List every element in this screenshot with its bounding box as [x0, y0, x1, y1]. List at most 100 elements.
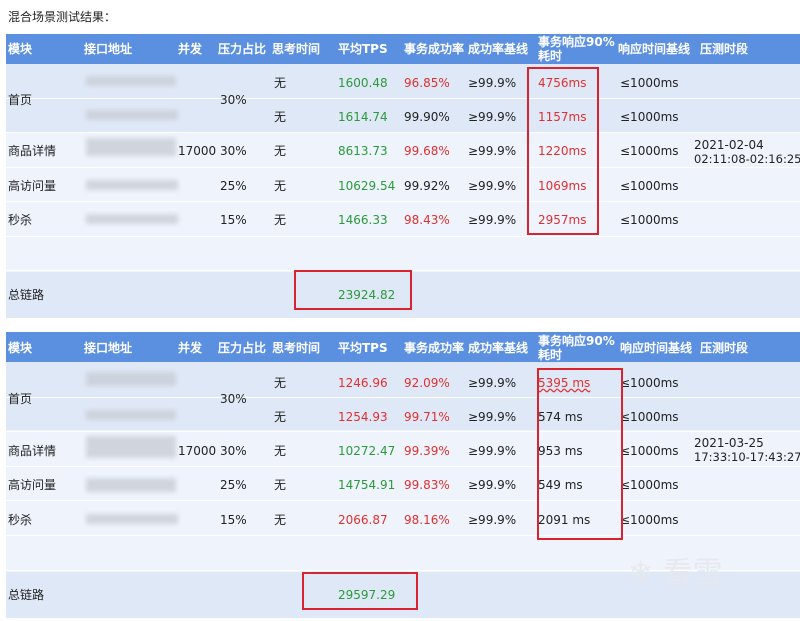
think-time: 无 [274, 410, 287, 424]
api-redacted [86, 436, 176, 458]
success-rate: 99.68% [404, 144, 450, 158]
ratio-detail: 30% [220, 144, 247, 158]
avg-tps: 10272.47 [338, 444, 396, 458]
resp-highlight-box [537, 368, 623, 540]
resp-baseline: ≤1000ms [620, 376, 679, 390]
api-redacted [86, 478, 176, 492]
module-detail: 商品详情 [8, 444, 57, 458]
resp-baseline: ≤1000ms [620, 213, 679, 227]
col-api: 接口地址 [84, 42, 133, 56]
think-time: 无 [274, 376, 287, 390]
success-baseline: ≥99.9% [468, 444, 517, 458]
col-resp-base: 响应时间基线 [620, 341, 693, 355]
api-redacted [86, 514, 178, 524]
watermark-text: 看雪 [662, 556, 723, 591]
module-visit: 高访问量 [8, 478, 57, 492]
api-redacted [86, 76, 176, 86]
success-rate: 99.83% [404, 478, 450, 492]
resp-baseline: ≤1000ms [620, 444, 679, 458]
total-highlight-box [302, 572, 418, 610]
avg-tps: 1466.33 [338, 213, 388, 227]
col-success: 事务成功率 [404, 42, 465, 56]
ratio-flash: 15% [220, 213, 247, 227]
total-label: 总链路 [8, 588, 45, 602]
think-time: 无 [274, 110, 287, 124]
think-time: 无 [274, 478, 287, 492]
col-module: 模块 [8, 341, 33, 355]
col-api: 接口地址 [84, 341, 133, 355]
col-tps: 平均TPS [338, 42, 388, 56]
success-rate: 99.71% [404, 410, 450, 424]
total-label: 总链路 [8, 288, 45, 302]
avg-tps: 1614.74 [338, 110, 388, 124]
resp-baseline: ≤1000ms [620, 110, 679, 124]
module-detail: 商品详情 [8, 144, 57, 158]
resp-baseline: ≤1000ms [620, 76, 679, 90]
resp-baseline: ≤1000ms [620, 410, 679, 424]
module-flash: 秒杀 [8, 513, 33, 527]
success-rate: 96.85% [404, 76, 450, 90]
ratio-detail: 30% [220, 444, 247, 458]
success-rate: 98.43% [404, 213, 450, 227]
concurrency: 17000 [178, 144, 217, 158]
think-time: 无 [274, 144, 287, 158]
avg-tps: 14754.91 [338, 478, 396, 492]
think-time: 无 [274, 76, 287, 90]
success-baseline: ≥99.9% [468, 213, 517, 227]
result-table-1: 模块 接口地址 并发 压力占比 思考时间 平均TPS 事务成功率 成功率基线 事… [6, 34, 800, 318]
col-concurrency: 并发 [178, 341, 203, 355]
col-think: 思考时间 [272, 341, 321, 355]
success-rate: 99.90% [404, 110, 450, 124]
avg-tps: 2066.87 [338, 513, 388, 527]
api-redacted [86, 214, 178, 224]
success-rate: 92.09% [404, 376, 450, 390]
ratio-flash: 15% [220, 513, 247, 527]
think-time: 无 [274, 444, 287, 458]
avg-tps: 1254.93 [338, 410, 388, 424]
watermark: ❄ 看雪 [628, 548, 723, 592]
module-visit: 高访问量 [8, 179, 57, 193]
avg-tps: 10629.54 [338, 179, 396, 193]
success-baseline: ≥99.9% [468, 478, 517, 492]
resp-highlight-box [527, 67, 599, 235]
col-resp90-sub: 耗时 [538, 49, 563, 63]
api-redacted [86, 138, 176, 156]
success-rate: 98.16% [404, 513, 450, 527]
success-baseline: ≥99.9% [468, 144, 517, 158]
snowflake-icon: ❄ [628, 556, 654, 591]
concurrency: 17000 [178, 444, 217, 458]
success-rate: 99.92% [404, 179, 450, 193]
resp-baseline: ≤1000ms [620, 513, 679, 527]
ratio-home: 30% [220, 392, 247, 406]
col-resp90: 事务响应90% [538, 35, 615, 49]
total-highlight-box [294, 270, 412, 310]
api-redacted [86, 372, 176, 386]
ratio-visit: 25% [220, 478, 247, 492]
col-resp90: 事务响应90% [538, 334, 615, 348]
think-time: 无 [274, 213, 287, 227]
page-caption: 混合场景测试结果： [8, 10, 117, 24]
module-flash: 秒杀 [8, 213, 33, 227]
table-header: 模块 接口地址 并发 压力占比 思考时间 平均TPS 事务成功率 成功率基线 事… [6, 34, 800, 64]
api-redacted [86, 110, 178, 120]
resp-baseline: ≤1000ms [620, 144, 679, 158]
col-resp-base: 响应时间基线 [618, 42, 691, 56]
avg-tps: 8613.73 [338, 144, 388, 158]
col-ratio: 压力占比 [218, 42, 267, 56]
col-think: 思考时间 [272, 42, 321, 56]
module-home: 首页 [8, 93, 33, 107]
success-baseline: ≥99.9% [468, 110, 517, 124]
test-period-date: 2021-03-25 [694, 436, 764, 450]
col-baseline: 成功率基线 [468, 42, 529, 56]
api-redacted [86, 180, 178, 190]
avg-tps: 1246.96 [338, 376, 388, 390]
resp-baseline: ≤1000ms [620, 478, 679, 492]
success-rate: 99.39% [404, 444, 450, 458]
avg-tps: 1600.48 [338, 76, 388, 90]
col-tps: 平均TPS [338, 341, 388, 355]
think-time: 无 [274, 179, 287, 193]
col-baseline: 成功率基线 [468, 341, 529, 355]
col-concurrency: 并发 [178, 42, 203, 56]
ratio-home: 30% [220, 93, 247, 107]
module-home: 首页 [8, 392, 33, 406]
